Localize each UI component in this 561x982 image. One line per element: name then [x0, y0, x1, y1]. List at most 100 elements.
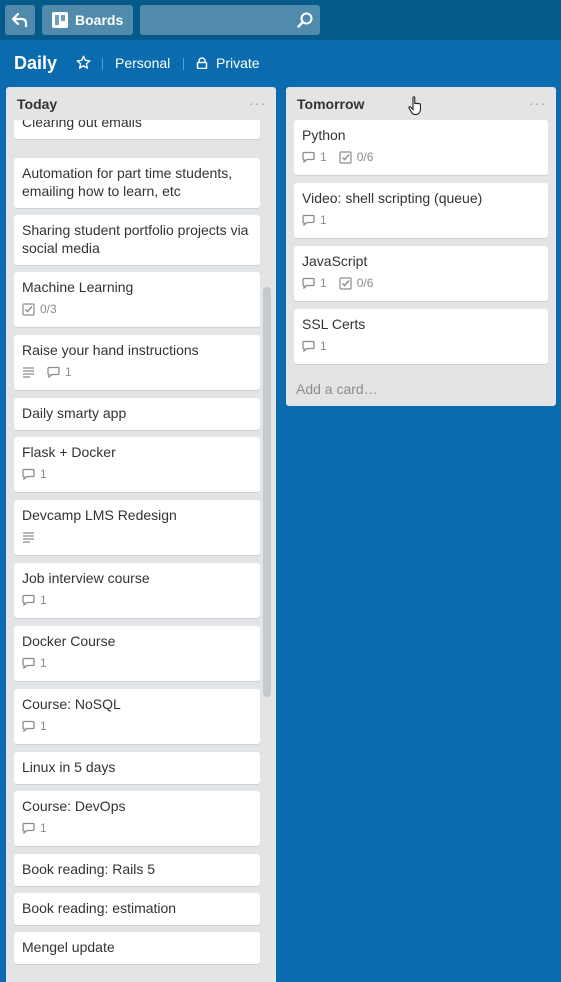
- card-title: Video: shell scripting (queue): [302, 190, 483, 206]
- comments-count: 1: [65, 365, 72, 379]
- card-badges: 1: [22, 820, 252, 836]
- checklist-badge: 0/6: [339, 150, 374, 164]
- board-title[interactable]: Daily: [14, 53, 57, 74]
- checklist-count: 0/3: [40, 302, 57, 316]
- comments-count: 1: [40, 593, 47, 607]
- card-title: Course: NoSQL: [22, 696, 121, 712]
- comment-icon: [22, 822, 35, 834]
- card-title: Daily smarty app: [22, 405, 127, 421]
- card-title: Book reading: Rails 5: [22, 861, 156, 877]
- boards-icon: [52, 12, 68, 28]
- boards-button[interactable]: Boards: [42, 5, 133, 35]
- comments-count: 1: [320, 150, 327, 164]
- lock-icon: [196, 57, 208, 69]
- visibility-button[interactable]: Private: [196, 55, 260, 71]
- comments-badge: 1: [22, 467, 47, 481]
- checklist-badge: 0/3: [22, 302, 57, 316]
- card[interactable]: Book reading: Rails 5: [14, 854, 260, 886]
- card[interactable]: Job interview course 1: [14, 563, 260, 618]
- comments-badge: 1: [302, 213, 327, 227]
- card[interactable]: Raise your hand instructions 1: [14, 335, 260, 390]
- card-title: Devcamp LMS Redesign: [22, 507, 177, 523]
- card-title: Clearing out emails: [22, 120, 142, 130]
- comment-icon: [22, 594, 35, 606]
- card-container: Clearing out emails Automation for part t…: [14, 120, 260, 982]
- card[interactable]: Course: NoSQL 1: [14, 689, 260, 744]
- list-title[interactable]: Tomorrow: [297, 96, 364, 112]
- checklist-icon: [339, 150, 352, 164]
- card[interactable]: Daily smarty app: [14, 398, 260, 430]
- card[interactable]: Book reading: estimation: [14, 893, 260, 925]
- visibility-label: Private: [216, 55, 260, 71]
- card-badges: 1: [302, 212, 540, 228]
- comment-icon: [22, 657, 35, 669]
- card-badges: 1: [22, 592, 252, 608]
- card-title: Python: [302, 127, 346, 143]
- comment-icon: [302, 277, 315, 289]
- card[interactable]: JavaScript 1 0/6: [294, 246, 548, 301]
- comments-badge: 1: [22, 821, 47, 835]
- card-title: SSL Certs: [302, 316, 366, 332]
- comments-badge: 1: [302, 339, 327, 353]
- description-icon: [23, 367, 34, 378]
- description-badge: [22, 366, 35, 378]
- back-button[interactable]: [5, 5, 35, 35]
- comment-icon: [302, 151, 315, 163]
- card[interactable]: Python 1 0/6: [294, 120, 548, 175]
- comment-icon: [47, 366, 60, 378]
- star-icon[interactable]: [76, 55, 91, 70]
- card-badges: 0/3: [22, 301, 252, 317]
- comment-icon: [302, 340, 315, 352]
- description-icon: [23, 532, 34, 543]
- card[interactable]: Linux in 5 days: [14, 752, 260, 784]
- card-container: Python 1 0/6 Video: shell scripting (queue)…: [294, 120, 548, 380]
- card-badges: 1: [302, 338, 540, 354]
- card-badges: 1: [22, 364, 252, 380]
- checklist-count: 0/6: [356, 150, 374, 164]
- search-icon[interactable]: [297, 12, 313, 28]
- card-badges: 1: [22, 718, 252, 734]
- comments-count: 1: [40, 467, 47, 481]
- card[interactable]: SSL Certs 1: [294, 309, 548, 364]
- comments-badge: 1: [302, 276, 327, 290]
- comments-count: 1: [40, 719, 47, 733]
- card-title: JavaScript: [302, 253, 368, 269]
- card[interactable]: Automation for part time students, email…: [14, 158, 260, 208]
- card[interactable]: Devcamp LMS Redesign: [14, 500, 260, 555]
- list-scrollbar[interactable]: [263, 287, 271, 697]
- list-tomorrow: Tomorrow ··· Python 1 0/6 Video: shell scri…: [286, 87, 556, 406]
- card[interactable]: Machine Learning 0/3: [14, 272, 260, 327]
- add-card-button[interactable]: Add a card…: [296, 381, 378, 397]
- card[interactable]: Video: shell scripting (queue) 1: [294, 183, 548, 238]
- comments-badge: 1: [22, 719, 47, 733]
- checklist-count: 0/6: [356, 276, 374, 290]
- card[interactable]: Mengel update: [14, 932, 260, 964]
- back-arrow-icon: [11, 12, 28, 28]
- checklist-icon: [339, 276, 352, 290]
- checklist-badge: 0/6: [339, 276, 374, 290]
- card-title: Flask + Docker: [22, 444, 116, 460]
- card-title: Raise your hand instructions: [22, 342, 199, 358]
- list-menu-button[interactable]: ···: [529, 95, 546, 111]
- comments-count: 1: [40, 656, 47, 670]
- card-badges: 1 0/6: [302, 275, 540, 291]
- comments-badge: 1: [302, 150, 327, 164]
- card[interactable]: Flask + Docker 1: [14, 437, 260, 492]
- checklist-icon: [22, 302, 35, 316]
- header-divider: [102, 58, 103, 70]
- card[interactable]: Clearing out emails: [14, 120, 260, 139]
- card-title: Linux in 5 days: [22, 759, 116, 775]
- comment-icon: [302, 214, 315, 226]
- card-badges: 1 0/6: [302, 149, 540, 165]
- list-menu-button[interactable]: ···: [249, 95, 266, 111]
- comments-badge: 1: [22, 593, 47, 607]
- list-title[interactable]: Today: [17, 96, 57, 112]
- card[interactable]: Course: DevOps 1: [14, 791, 260, 846]
- card[interactable]: Docker Course 1: [14, 626, 260, 681]
- comments-count: 1: [320, 339, 327, 353]
- search-input[interactable]: [140, 5, 320, 35]
- team-button[interactable]: Personal: [115, 55, 170, 71]
- comments-count: 1: [320, 276, 327, 290]
- hand-cursor-icon: [408, 96, 421, 115]
- card[interactable]: Sharing student portfolio projects via s…: [14, 215, 260, 265]
